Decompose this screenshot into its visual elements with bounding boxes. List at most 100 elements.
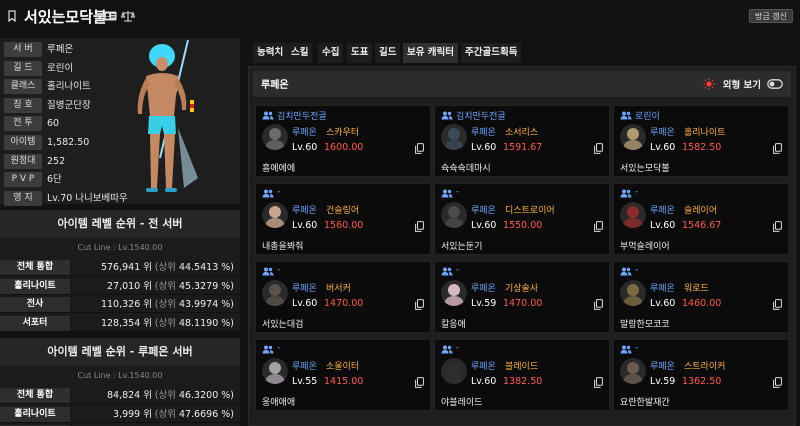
percentile-prefix: (상위 — [154, 299, 176, 310]
refresh-button[interactable]: 방금 갱신 — [749, 9, 793, 23]
character-item-level: 1550.00 — [503, 220, 543, 231]
percentile-value: 48.1190 %) — [178, 317, 234, 329]
character-server: 루페온 — [471, 362, 496, 372]
copy-icon[interactable] — [415, 143, 424, 154]
guild-name: 김치만두전골 — [277, 112, 327, 122]
copy-icon[interactable] — [594, 221, 603, 232]
guild-name: 로린이 — [635, 112, 660, 122]
character-server: 루페온 — [292, 128, 317, 138]
character-card[interactable]: - 루페온 슬레이어 Lv.60 1546.67 부먹슬레이어 — [613, 183, 789, 255]
character-item-level: 1600.00 — [324, 142, 364, 153]
profile-value: 252 — [47, 155, 66, 167]
character-card[interactable]: - 루페온 버서커 Lv.60 1470.00 서있는대검 — [255, 261, 431, 333]
character-class: 스카우터 — [326, 128, 360, 138]
ranking-title: 아이템 레벨 순위 - 루페온 서버 — [0, 338, 240, 366]
character-server: 루페온 — [650, 206, 675, 216]
character-avatar — [620, 358, 646, 384]
percentile-value: 44.5413 %) — [178, 262, 234, 273]
id-card-icon[interactable] — [103, 10, 117, 22]
character-item-level: 1382.50 — [503, 376, 543, 387]
guild-name: - — [456, 343, 460, 353]
tab-6[interactable]: 보유 캐릭터 — [403, 43, 459, 63]
profile-label: 아이템 — [4, 135, 42, 150]
character-level: Lv.60 — [292, 298, 318, 309]
character-item-level: 1582.50 — [682, 142, 722, 153]
copy-icon[interactable] — [773, 299, 782, 310]
copy-icon[interactable] — [415, 377, 424, 388]
profile-panel: 서 버 루페온 길 드 로린이 클래스 홀리나이트 칭 호 질병군단장 전 투 60 아이템 1,58… — [0, 38, 240, 206]
character-name: 서있는둔기 — [441, 242, 483, 252]
character-level: Lv.60 — [650, 142, 676, 153]
scale-icon[interactable] — [121, 10, 135, 22]
character-item-level: 1546.67 — [682, 220, 722, 231]
tab-3[interactable]: 수집 — [318, 43, 344, 63]
character-name: 웅애애애 — [262, 398, 296, 408]
character-card[interactable]: - 루페온 건슬링어 Lv.60 1560.00 내총을봐줘 — [255, 183, 431, 255]
server-name: 루페온 — [261, 80, 289, 91]
character-card[interactable]: - 루페온 블레이드 Lv.60 1382.50 야블레이드 — [434, 339, 610, 411]
ranking-percentile: (상위 44.5413 %) — [155, 260, 234, 275]
character-card[interactable]: - 루페온 소울이터 Lv.55 1415.00 웅애애애 — [255, 339, 431, 411]
profile-value: 1,582.50 — [47, 137, 90, 148]
profile-label: 클래스 — [4, 79, 42, 95]
character-item-level: 1591.67 — [503, 142, 543, 153]
copy-icon[interactable] — [415, 299, 424, 310]
copy-icon[interactable] — [594, 377, 603, 388]
appearance-toggle-label[interactable]: 외형 보기 — [723, 77, 761, 91]
ranking-percentile: (상위 43.9974 %) — [155, 297, 234, 312]
character-level: Lv.60 — [650, 220, 676, 231]
copy-icon[interactable] — [773, 377, 782, 388]
copy-icon[interactable] — [594, 299, 603, 310]
ranking-row: 전체 통합 576,941 위 (상위 44.5413 %) — [0, 259, 240, 276]
copy-icon[interactable] — [415, 221, 424, 232]
character-avatar — [441, 202, 467, 228]
tab-2[interactable]: 스킬 — [287, 43, 313, 63]
guild-members-icon — [262, 111, 274, 120]
bookmark-icon[interactable] — [6, 10, 18, 22]
ranking-all-servers: 아이템 레벨 순위 - 전 서버 Cut Line : Lv.1540.00 전… — [0, 210, 240, 332]
character-class: 워로드 — [684, 284, 709, 294]
ranking-category: 홀리나이트 — [0, 278, 70, 294]
character-name: 말랑한모코코 — [620, 320, 670, 330]
character-name: 슉슉슉데마시 — [441, 164, 491, 174]
toggle-icon[interactable] — [767, 79, 783, 89]
ranking-row: 홀리나이트 3,999 위 (상위 47.6696 %) — [0, 406, 240, 423]
characters-panel: 루페온 외형 보기 김치만두전골 루페온 스카우터 Lv.60 1600.00 흥에에에 김… — [248, 66, 796, 426]
copy-icon[interactable] — [594, 143, 603, 154]
copy-icon[interactable] — [773, 143, 782, 154]
character-name: 서있는모닥불 — [620, 164, 670, 174]
character-class: 디스트로이어 — [505, 206, 555, 216]
profile-row: 길 드 로린이 — [4, 60, 134, 76]
character-item-level: 1460.00 — [682, 298, 722, 309]
percentile-value: 43.9974 %) — [178, 299, 234, 310]
guild-name: - — [635, 343, 639, 353]
sun-icon[interactable] — [703, 78, 715, 90]
character-avatar — [620, 202, 646, 228]
character-level: Lv.60 — [471, 220, 497, 231]
tab-5[interactable]: 길드 — [375, 43, 401, 63]
character-class: 소서리스 — [505, 128, 539, 138]
copy-icon[interactable] — [773, 221, 782, 232]
profile-row: 원정대 252 — [4, 153, 134, 169]
character-class: 소울이터 — [326, 362, 360, 372]
character-card[interactable]: - 루페온 스트라이커 Lv.59 1362.50 요란한발재간 — [613, 339, 789, 411]
ranking-position: 576,941 위 — [100, 262, 152, 273]
profile-label: 원정대 — [4, 153, 42, 169]
character-card[interactable]: 로린이 루페온 홀리나이트 Lv.60 1582.50 서있는모닥불 — [613, 105, 789, 177]
character-level: Lv.59 — [650, 376, 676, 387]
ranking-percentile: (상위 48.1190 %) — [155, 316, 234, 331]
tab-1[interactable]: 능력치 — [253, 43, 288, 63]
character-card[interactable]: 김치만두전골 루페온 스카우터 Lv.60 1600.00 흥에에에 — [255, 105, 431, 177]
character-avatar — [441, 280, 467, 306]
header-bar: 서있는모닥불 방금 갱신 — [0, 0, 800, 34]
character-avatar — [441, 124, 467, 150]
character-card[interactable]: 김치만두전골 루페온 소서리스 Lv.60 1591.67 슉슉슉데마시 — [434, 105, 610, 177]
character-card[interactable]: - 루페온 워로드 Lv.60 1460.00 말랑한모코코 — [613, 261, 789, 333]
character-card[interactable]: - 루페온 디스트로이어 Lv.60 1550.00 서있는둔기 — [434, 183, 610, 255]
character-class: 건슬링어 — [326, 206, 360, 216]
tab-7[interactable]: 주간골드획득 — [461, 43, 522, 63]
profile-label: 전 투 — [4, 116, 42, 132]
ranking-category: 서포터 — [0, 315, 70, 331]
character-card[interactable]: - 루페온 기상술사 Lv.59 1470.00 칼응애 — [434, 261, 610, 333]
tab-4[interactable]: 도표 — [347, 43, 373, 63]
